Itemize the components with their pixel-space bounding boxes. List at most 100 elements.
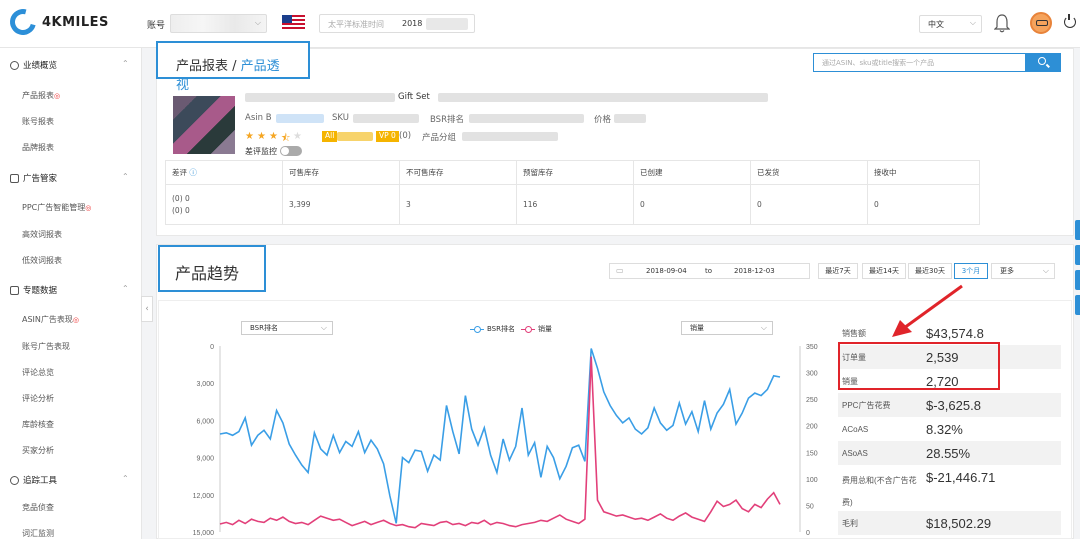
account-label: 账号 xyxy=(147,21,166,31)
sidebar-collapse-button[interactable]: ‹ xyxy=(141,296,153,322)
right-tick-label: 0 xyxy=(806,530,810,537)
header-bad-reviews: 差评 ⓘ xyxy=(165,160,283,185)
logo[interactable]: 4KMILES xyxy=(5,4,109,40)
new-badge-icon: ◎ xyxy=(85,204,92,212)
legend-bsr-label[interactable]: BSR排名 xyxy=(487,324,515,334)
chevron-up-icon[interactable]: ⌃ xyxy=(122,474,129,483)
new-badge-icon: ◎ xyxy=(72,316,80,324)
sidebar-item-account-ads[interactable]: 账号广告表现 xyxy=(22,341,70,352)
sidebar-item-product-report[interactable]: 产品报表◎ xyxy=(22,90,60,101)
data-icon xyxy=(10,285,19,295)
timezone-text: 太平洋标准时间 xyxy=(328,20,384,29)
right-tick-label: 50 xyxy=(806,503,814,510)
logo-text: 4KMILES xyxy=(42,14,109,30)
search-button[interactable] xyxy=(1025,53,1061,72)
cell-unsellable: 3 xyxy=(399,184,517,225)
redacted-group xyxy=(462,132,558,141)
sidebar-section-tracking[interactable]: 追踪工具 xyxy=(10,474,57,486)
chevron-up-icon[interactable]: ⌃ xyxy=(122,172,129,181)
avatar[interactable] xyxy=(1030,12,1052,34)
sidebar-item-label: ASIN广告表现 xyxy=(22,315,73,324)
language-select[interactable]: 中文 ⌵ xyxy=(919,15,982,33)
legend-sales-label[interactable]: 销量 xyxy=(538,324,552,334)
sidebar-section-performance[interactable]: 业绩概览 xyxy=(10,59,57,71)
chevron-down-icon: ⌵ xyxy=(320,323,327,332)
redacted-asin[interactable] xyxy=(276,114,324,123)
header-shipped: 已发货 xyxy=(750,160,868,185)
sidebar-item-inventory-age[interactable]: 库龄核查 xyxy=(22,419,54,430)
sidebar-item-keyword-monitor[interactable]: 词汇监测 xyxy=(22,528,54,539)
header-receiving: 接收中 xyxy=(867,160,980,185)
breadcrumb: 产品报表 / 产品透视 xyxy=(156,41,310,93)
left-metric-label: BSR排名 xyxy=(250,324,278,332)
chevron-up-icon[interactable]: ⌃ xyxy=(122,284,129,293)
star-empty-icon: ★ xyxy=(293,131,302,142)
range-30-days-button[interactable]: 最近30天 xyxy=(908,263,952,279)
us-flag-icon[interactable] xyxy=(282,15,305,30)
more-range-select[interactable]: 更多 ⌵ xyxy=(991,263,1055,279)
product-search-input[interactable]: 通过ASIN、sku或title搜索一个产品 xyxy=(813,53,1061,72)
sidebar-item-competitor[interactable]: 竞品侦查 xyxy=(22,502,54,513)
bsr-label: BSR排名 xyxy=(430,115,464,125)
date-end: 2018-12-03 xyxy=(734,267,775,275)
redacted-bsr xyxy=(469,114,584,123)
account-select[interactable]: ⌵ xyxy=(170,14,267,33)
legend-sales-marker[interactable] xyxy=(521,325,535,333)
sidebar-item-label: PPC广告智能管理 xyxy=(22,203,86,212)
side-tab[interactable] xyxy=(1075,220,1080,240)
info-icon[interactable]: ⓘ xyxy=(187,168,197,177)
range-14-days-button[interactable]: 最近14天 xyxy=(862,263,906,279)
right-metric-select[interactable]: 销量 ⌵ xyxy=(681,321,773,335)
highlight-box xyxy=(838,342,1000,390)
sidebar-item-label: 评论总览 xyxy=(22,368,54,377)
range-3-months-button[interactable]: 3个月 xyxy=(954,263,988,279)
inventory-table: 差评 ⓘ 可售库存 不可售库存 预留库存 已创建 已发货 接收中 (0) 0 (… xyxy=(165,160,980,225)
power-icon[interactable] xyxy=(1064,14,1076,28)
sidebar-section-label: 业绩概览 xyxy=(23,61,58,71)
tag-vp: VP 0 xyxy=(376,131,399,142)
sidebar-item-review-overview[interactable]: 评论总览 xyxy=(22,367,54,378)
left-tick-label: 0 xyxy=(210,344,214,351)
sidebar-item-inefficient-keywords[interactable]: 低效词报表 xyxy=(22,255,62,266)
annotation-arrow-icon xyxy=(892,284,963,337)
right-tick-label: 250 xyxy=(806,397,818,404)
side-tab[interactable] xyxy=(1075,295,1080,315)
left-metric-select[interactable]: BSR排名 ⌵ xyxy=(241,321,333,335)
chevron-up-icon[interactable]: ⌃ xyxy=(122,59,129,68)
sidebar-item-brand-report[interactable]: 品牌报表 xyxy=(22,142,54,153)
sidebar-item-asin-ads[interactable]: ASIN广告表现◎ xyxy=(22,314,79,325)
sidebar-item-efficient-keywords[interactable]: 高效词报表 xyxy=(22,229,62,240)
side-tab[interactable] xyxy=(1075,270,1080,290)
monitor-label: 差评监控 xyxy=(245,147,277,156)
sidebar-section-topics[interactable]: 专题数据 xyxy=(10,284,57,296)
header-created: 已创建 xyxy=(633,160,751,185)
bell-icon[interactable] xyxy=(994,13,1010,33)
redacted-tag xyxy=(337,132,373,141)
review-monitor-toggle[interactable] xyxy=(280,146,302,156)
sidebar-item-ppc[interactable]: PPC广告智能管理◎ xyxy=(22,202,91,213)
redacted-title xyxy=(438,93,768,102)
trend-line-chart: 0 3,000 6,000 9,000 12,000 15,000 350 300 250 200… xyxy=(193,344,818,537)
right-metric-label: 销量 xyxy=(690,324,704,332)
sidebar-section-ads[interactable]: 广告管家 xyxy=(10,172,57,184)
sidebar-item-label: 买家分析 xyxy=(22,446,54,455)
metric-value: 28.55% xyxy=(926,445,971,461)
date-range-picker[interactable]: ▭ 2018-09-04 to 2018-12-03 xyxy=(609,263,810,279)
legend-bsr-marker[interactable] xyxy=(470,325,484,333)
breadcrumb-parent[interactable]: 产品报表 / xyxy=(176,59,241,74)
timezone-select[interactable]: 太平洋标准时间 2018 xyxy=(319,14,475,33)
metric-value: $18,502.29 xyxy=(926,515,992,531)
sales-series-line xyxy=(219,356,781,529)
sidebar-item-account-report[interactable]: 账号报表 xyxy=(22,116,54,127)
metric-label: 费用总和(不含广告花费) xyxy=(842,476,917,507)
product-title-suffix: Gift Set xyxy=(398,92,430,102)
cell-created: 0 xyxy=(633,184,751,225)
side-tab[interactable] xyxy=(1075,245,1080,265)
sidebar-item-buyer-analysis[interactable]: 买家分析 xyxy=(22,445,54,456)
cell-sellable: 3,399 xyxy=(282,184,400,225)
metric-row: ACoAS 8.32% xyxy=(838,417,1061,441)
range-7-days-button[interactable]: 最近7天 xyxy=(818,263,858,279)
sidebar-item-review-analysis[interactable]: 评论分析 xyxy=(22,393,54,404)
left-tick-label: 15,000 xyxy=(193,530,215,537)
sidebar-item-label: 库龄核查 xyxy=(22,420,54,429)
